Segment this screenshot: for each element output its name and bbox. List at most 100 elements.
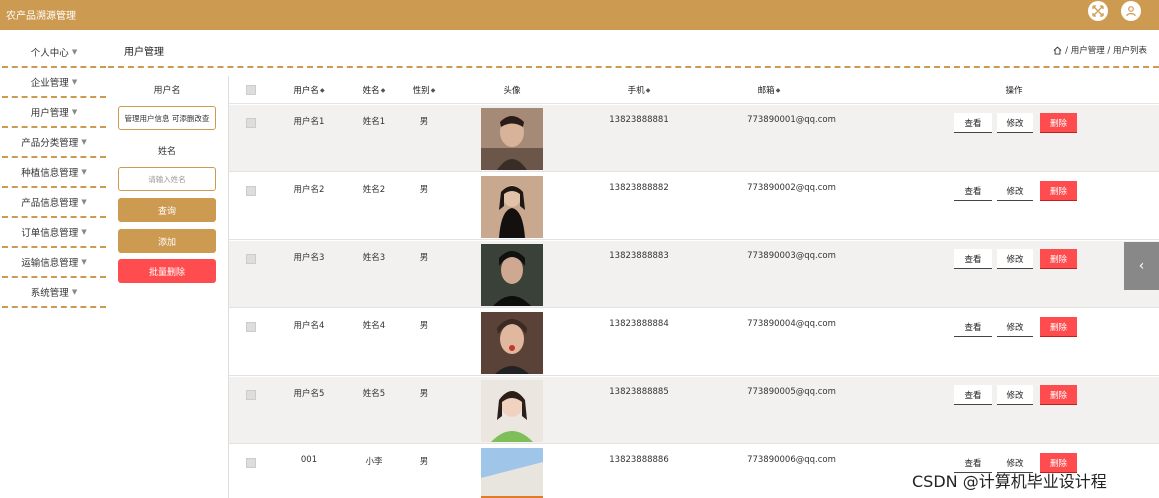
cell-phone: 13823888886	[609, 455, 669, 465]
column-label: 性别	[412, 86, 430, 96]
column-label: 姓名	[362, 86, 380, 96]
cell-name: 姓名1	[362, 117, 386, 127]
edit-button[interactable]: 修改	[997, 385, 1033, 405]
sort-icon: ◆	[430, 86, 436, 94]
cell-username: 用户名4	[293, 321, 325, 331]
row-checkbox[interactable]	[246, 390, 256, 400]
app-title: 农产品溯源管理	[6, 11, 76, 22]
row-checkbox[interactable]	[246, 118, 256, 128]
cell-name: 小李	[365, 457, 383, 467]
delete-button[interactable]: 删除	[1040, 113, 1077, 133]
column-avatar: 头像	[481, 76, 543, 104]
table-row: 用户名1 姓名1 男 13823888881 773890001@qq.com …	[229, 105, 1159, 172]
table-row: 用户名5 姓名5 男 13823888885 773890005@qq.com …	[229, 377, 1159, 444]
table-row: 用户名3 姓名3 男 13823888883 773890003@qq.com …	[229, 241, 1159, 308]
sidebar-item-planting[interactable]: 种植信息管理 ▼	[2, 158, 106, 188]
name-label: 姓名	[157, 147, 176, 157]
sidebar-item-enterprise[interactable]: 企业管理 ▼	[2, 68, 106, 98]
view-button[interactable]: 查看	[954, 317, 992, 337]
column-username[interactable]: 用户名 ◆	[279, 76, 339, 104]
column-name[interactable]: 姓名 ◆	[349, 76, 399, 104]
row-checkbox[interactable]	[246, 458, 256, 468]
cell-gender: 男	[419, 117, 429, 127]
edit-button[interactable]: 修改	[997, 249, 1033, 269]
table-row: 用户名4 姓名4 男 13823888884 773890004@qq.com …	[229, 309, 1159, 376]
cell-name: 姓名2	[362, 185, 386, 195]
sidebar-item-product-category[interactable]: 产品分类管理 ▼	[2, 128, 106, 158]
sidebar-item-label: 用户管理	[30, 108, 69, 119]
cell-phone: 13823888885	[609, 387, 669, 397]
cell-name: 姓名3	[362, 253, 386, 263]
user-table: 用户名 ◆ 姓名 ◆ 性别 ◆ 头像 手机 ◆ 邮箱 ◆ 操作 用户名1 姓名1 男 13…	[228, 76, 1159, 498]
chevron-down-icon: ▼	[81, 168, 87, 176]
expand-icon[interactable]	[1088, 1, 1108, 21]
avatar	[481, 244, 543, 306]
avatar	[481, 108, 543, 170]
column-email[interactable]: 邮箱 ◆	[739, 76, 799, 104]
breadcrumb-text[interactable]: / 用户管理 / 用户列表	[1065, 44, 1147, 56]
sidebar-item-product-info[interactable]: 产品信息管理 ▼	[2, 188, 106, 218]
sidebar-item-personal-center[interactable]: 个人中心 ▼	[2, 38, 106, 68]
user-icon[interactable]	[1121, 1, 1141, 21]
page-header: 用户管理 / 用户管理 / 用户列表	[108, 30, 1159, 68]
select-all-checkbox[interactable]	[246, 76, 256, 104]
cell-email: 773890004@qq.com	[747, 319, 836, 329]
name-input[interactable]: 请输入姓名	[118, 167, 216, 191]
column-label: 头像	[503, 86, 521, 96]
sidebar-item-transport[interactable]: 运输信息管理 ▼	[2, 248, 106, 278]
chevron-left-icon: ‹	[1138, 258, 1145, 274]
sidebar-item-label: 产品信息管理	[21, 198, 79, 209]
delete-button[interactable]: 删除	[1040, 385, 1077, 405]
cell-username: 用户名5	[293, 389, 325, 399]
row-checkbox[interactable]	[246, 322, 256, 332]
sort-icon: ◆	[319, 86, 325, 94]
delete-button[interactable]: 删除	[1040, 181, 1077, 201]
column-label: 邮箱	[757, 86, 775, 96]
view-button[interactable]: 查看	[954, 249, 992, 269]
sidebar-item-label: 订单信息管理	[21, 228, 79, 239]
chevron-down-icon: ▼	[71, 108, 78, 116]
cell-email: 773890003@qq.com	[747, 251, 836, 261]
sidebar-item-label: 个人中心	[30, 48, 69, 59]
chevron-down-icon: ▼	[81, 258, 87, 266]
column-actions: 操作	[989, 76, 1039, 104]
delete-button[interactable]: 删除	[1040, 317, 1077, 337]
cell-gender: 男	[419, 457, 429, 467]
cell-username: 用户名3	[293, 253, 325, 263]
cell-email: 773890001@qq.com	[747, 115, 836, 125]
view-button[interactable]: 查看	[954, 181, 992, 201]
sort-icon: ◆	[775, 86, 781, 94]
home-icon[interactable]	[1053, 46, 1062, 55]
edit-button[interactable]: 修改	[997, 317, 1033, 337]
sort-icon: ◆	[380, 86, 386, 94]
search-button[interactable]: 查询	[118, 198, 216, 222]
add-button[interactable]: 添加	[118, 229, 216, 253]
row-checkbox[interactable]	[246, 254, 256, 264]
cell-phone: 13823888883	[609, 251, 669, 261]
chevron-down-icon: ▼	[81, 138, 87, 146]
username-label: 用户名	[153, 86, 181, 96]
edit-button[interactable]: 修改	[997, 113, 1033, 133]
edit-button[interactable]: 修改	[997, 181, 1033, 201]
sidebar-item-orders[interactable]: 订单信息管理 ▼	[2, 218, 106, 248]
sort-icon: ◆	[645, 86, 651, 94]
cell-email: 773890002@qq.com	[747, 183, 836, 193]
sidebar-item-label: 运输信息管理	[21, 258, 79, 269]
column-gender[interactable]: 性别 ◆	[399, 76, 449, 104]
collapse-tab[interactable]: ‹	[1124, 242, 1159, 290]
chevron-down-icon: ▼	[71, 288, 78, 296]
view-button[interactable]: 查看	[954, 385, 992, 405]
column-phone[interactable]: 手机 ◆	[599, 76, 679, 104]
cell-name: 姓名4	[362, 321, 386, 331]
cell-username: 001	[300, 455, 318, 465]
sidebar-item-users[interactable]: 用户管理 ▼	[2, 98, 106, 128]
cell-gender: 男	[419, 389, 429, 399]
view-button[interactable]: 查看	[954, 113, 992, 133]
sidebar-item-system[interactable]: 系统管理 ▼	[2, 278, 106, 308]
table-row: 用户名2 姓名2 男 13823888882 773890002@qq.com …	[229, 173, 1159, 240]
batch-delete-button[interactable]: 批量删除	[118, 259, 216, 283]
delete-button[interactable]: 删除	[1040, 249, 1077, 269]
avatar	[481, 176, 543, 238]
username-input[interactable]: 管理用户信息 可添删改查	[118, 106, 216, 130]
row-checkbox[interactable]	[246, 186, 256, 196]
